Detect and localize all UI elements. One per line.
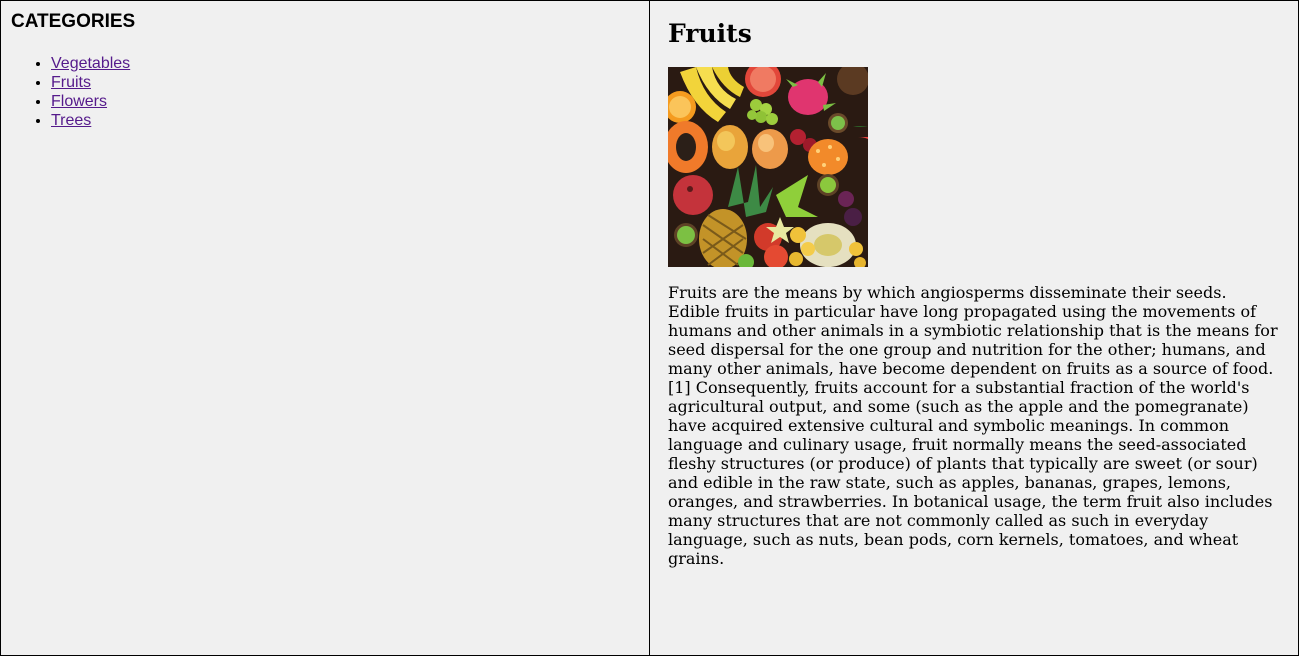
list-item: Flowers — [51, 92, 639, 111]
category-link-trees[interactable]: Trees — [51, 112, 91, 129]
page-title: Fruits — [668, 19, 752, 48]
list-item: Trees — [51, 111, 639, 130]
frameset: CATEGORIES Vegetables Fruits Flowers Tre… — [0, 0, 1299, 656]
content-frame[interactable]: Fruits Fruits are the means by which ang… — [650, 0, 1299, 656]
fruit-description: Fruits are the means by which angiosperm… — [668, 283, 1278, 568]
categories-list: Vegetables Fruits Flowers Trees — [11, 54, 639, 130]
categories-heading: CATEGORIES — [11, 11, 136, 32]
category-link-flowers[interactable]: Flowers — [51, 93, 107, 110]
list-item: Vegetables — [51, 54, 639, 73]
fruit-assortment-image — [668, 67, 868, 267]
category-link-vegetables[interactable]: Vegetables — [51, 55, 130, 72]
list-item: Fruits — [51, 73, 639, 92]
category-link-fruits[interactable]: Fruits — [51, 74, 91, 91]
categories-frame[interactable]: CATEGORIES Vegetables Fruits Flowers Tre… — [0, 0, 650, 656]
